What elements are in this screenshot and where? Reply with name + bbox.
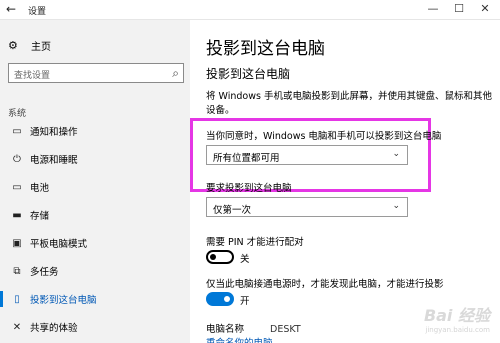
power-toggle[interactable] [206,292,234,306]
main-panel: 投影到这台电脑 投影到这台电脑 将 Windows 手机或电脑投影到此屏幕，并使… [190,20,500,343]
ask-to-project-value: 仅第一次 [213,205,252,216]
page-description: 将 Windows 手机或电脑投影到此屏幕，并使用其键盘、鼠标和其他设备。 [206,91,492,116]
multitasking-icon: ⧉ [13,265,21,277]
pin-label: 需要 PIN 才能进行配对 [206,237,304,248]
power-icon: ⏻ [13,153,21,165]
selection-indicator [0,123,3,139]
availability-value: 所有位置都可用 [213,153,280,164]
battery-icon: ▭ [12,181,22,193]
maximize-icon[interactable]: ☐ [451,2,467,16]
toggle-knob [224,296,230,302]
pin-toggle-state: 关 [240,254,250,265]
sidebar-item-multitasking[interactable]: ⧉ 多任务 [0,260,190,282]
selection-indicator [0,319,3,335]
pc-name-value: DESKT [270,324,301,335]
pc-name-row: 电脑名称 DESKT [206,321,301,335]
search-icon[interactable]: ⌕ [172,66,179,81]
section-label-system: 系统 [8,109,27,119]
selection-indicator [0,151,3,167]
close-icon[interactable]: ✕ [477,2,493,16]
selection-indicator [0,263,3,279]
sidebar-item-label: 电池 [30,183,50,194]
back-arrow-icon[interactable]: ← [6,2,16,16]
power-toggle-state: 开 [240,296,250,307]
sidebar-item-notifications[interactable]: ▭ 通知和操作 [0,120,190,142]
sidebar-item-label: 共享的体验 [30,323,78,334]
chevron-down-icon: ⌄ [392,149,400,159]
selection-indicator [0,179,3,195]
page-title: 投影到这台电脑 [206,39,325,59]
sidebar-item-power-sleep[interactable]: ⏻ 电源和睡眠 [0,148,190,170]
power-label: 仅当此电脑接通电源时，才能发现此电脑，才能进行投影 [206,279,444,290]
home-label: 主页 [31,41,51,53]
section-title: 投影到这台电脑 [206,67,291,81]
window-title: 设置 [28,7,47,17]
search-input[interactable]: 查找设置 ⌕ [8,63,184,83]
toggle-knob [210,254,216,260]
shared-experiences-icon: ✕ [12,321,22,333]
sidebar-item-storage[interactable]: ▬ 存储 [0,204,190,226]
pc-name-label: 电脑名称 [206,324,245,335]
watermark-logo: Bai 经验 jingyan.baidu.com [423,306,490,334]
sidebar-item-project-to-pc[interactable]: ▯ 投影到这台电脑 [0,288,190,310]
tablet-mode-icon: ▣ [12,237,22,249]
selection-indicator [0,235,3,251]
selection-indicator [0,207,3,223]
storage-icon: ▬ [12,209,22,221]
availability-dropdown[interactable]: 所有位置都可用 ⌄ [206,145,408,165]
search-placeholder: 查找设置 [14,71,51,81]
sidebar: ⚙ 主页 查找设置 ⌕ 系统 ▭ 通知和操作 ⏻ 电源和睡眠 ▭ 电池 ▬ 存储… [0,20,190,343]
ask-to-project-label: 要求投影到这台电脑 [206,183,292,194]
notification-icon: ▭ [12,125,22,137]
sidebar-item-battery[interactable]: ▭ 电池 [0,176,190,198]
sidebar-item-shared-experiences[interactable]: ✕ 共享的体验 [0,316,190,338]
availability-label: 当你同意时，Windows 电脑和手机可以投影到这台电脑 [206,131,442,142]
rename-pc-link[interactable]: 重命名你的电脑 [206,335,273,343]
chevron-down-icon: ⌄ [392,201,400,211]
home-link[interactable]: ⚙ 主页 [8,37,51,53]
minimize-icon[interactable]: — [425,2,441,16]
pin-toggle[interactable] [206,250,234,264]
gear-icon: ⚙ [8,38,18,52]
title-bar: ← 设置 — ☐ ✕ [0,0,500,20]
ask-to-project-dropdown[interactable]: 仅第一次 ⌄ [206,197,408,217]
sidebar-item-label: 电源和睡眠 [30,155,78,166]
project-icon: ▯ [14,293,20,305]
selection-indicator [0,291,3,307]
sidebar-item-label: 平板电脑模式 [30,239,88,250]
sidebar-item-label: 通知和操作 [30,127,78,138]
sidebar-item-label: 多任务 [30,267,59,278]
sidebar-item-label: 存储 [30,211,50,222]
sidebar-item-tablet-mode[interactable]: ▣ 平板电脑模式 [0,232,190,254]
sidebar-item-label: 投影到这台电脑 [30,295,97,306]
